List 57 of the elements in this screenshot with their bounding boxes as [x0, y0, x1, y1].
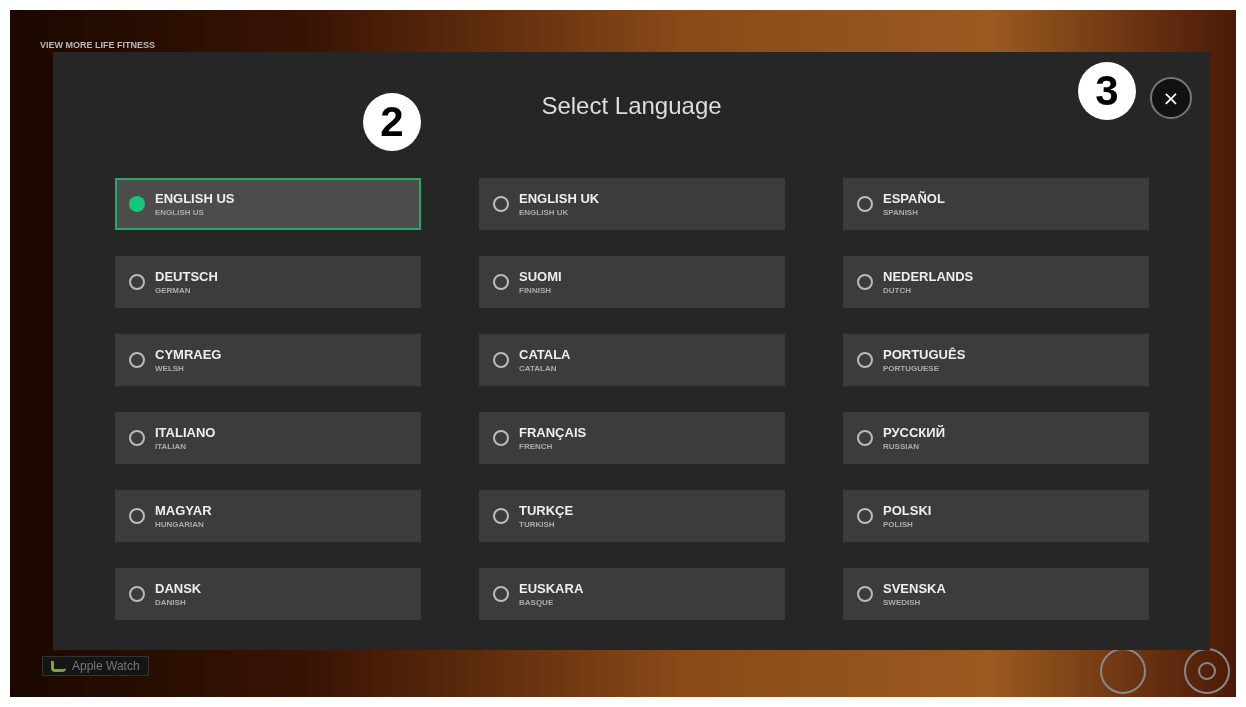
language-name: CATALA: [519, 347, 571, 362]
language-name: TURKÇE: [519, 503, 574, 518]
language-name: EUSKARA: [519, 581, 584, 596]
language-english-name: ENGLISH UK: [519, 208, 570, 217]
language-option[interactable]: TURKÇE TURKISH: [479, 490, 785, 542]
language-english-name: RUSSIAN: [883, 442, 920, 451]
language-english-name: DANISH: [155, 598, 187, 607]
language-english-name: POLISH: [883, 520, 914, 529]
language-option[interactable]: DANSK DANISH: [115, 568, 421, 620]
language-option[interactable]: FRANÇAIS FRENCH: [479, 412, 785, 464]
language-name: MAGYAR: [155, 503, 212, 518]
language-english-name: FRENCH: [519, 442, 554, 451]
language-option[interactable]: ESPAÑOL SPANISH: [843, 178, 1149, 230]
language-option[interactable]: ENGLISH US ENGLISH US: [115, 178, 421, 230]
language-name: SUOMI: [519, 269, 562, 284]
language-name: DANSK: [155, 581, 202, 596]
language-name: POLSKI: [883, 503, 932, 518]
language-english-name: CATALAN: [519, 364, 558, 373]
language-option[interactable]: NEDERLANDS DUTCH: [843, 256, 1149, 308]
language-english-name: TURKISH: [519, 520, 556, 529]
language-english-name: SWEDISH: [883, 598, 922, 607]
language-name: ESPAÑOL: [883, 191, 945, 206]
language-option[interactable]: ENGLISH UK ENGLISH UK: [479, 178, 785, 230]
language-english-name: PORTUGUESE: [883, 364, 940, 373]
language-option[interactable]: РУССКИЙ RUSSIAN: [843, 412, 1149, 464]
language-name: ENGLISH UK: [519, 191, 600, 206]
language-english-name: ENGLISH US: [155, 208, 205, 217]
language-english-name: ITALIAN: [155, 442, 187, 451]
language-english-name: WELSH: [155, 364, 185, 373]
language-english-name: BASQUE: [519, 598, 555, 607]
language-name: РУССКИЙ: [883, 425, 945, 440]
language-option[interactable]: ITALIANO ITALIAN: [115, 412, 421, 464]
language-option[interactable]: SUOMI FINNISH: [479, 256, 785, 308]
language-option[interactable]: SVENSKA SWEDISH: [843, 568, 1149, 620]
language-name: PORTUGUÊS: [883, 347, 966, 362]
language-name: CYMRAEG: [155, 347, 222, 362]
language-option[interactable]: PORTUGUÊS PORTUGUESE: [843, 334, 1149, 386]
language-option[interactable]: DEUTSCH GERMAN: [115, 256, 421, 308]
language-option[interactable]: EUSKARA BASQUE: [479, 568, 785, 620]
language-english-name: HUNGARIAN: [155, 520, 205, 529]
language-english-name: SPANISH: [883, 208, 919, 217]
dialog-title: Select Language: [541, 92, 722, 120]
language-name: NEDERLANDS: [883, 269, 974, 284]
language-english-name: FINNISH: [519, 286, 552, 295]
language-option[interactable]: CYMRAEG WELSH: [115, 334, 421, 386]
language-option[interactable]: MAGYAR HUNGARIAN: [115, 490, 421, 542]
language-option[interactable]: POLSKI POLISH: [843, 490, 1149, 542]
device-chip[interactable]: Apple Watch: [42, 656, 149, 676]
language-option[interactable]: CATALA CATALAN: [479, 334, 785, 386]
language-name: ENGLISH US: [155, 191, 235, 206]
language-name: ITALIANO: [155, 425, 216, 440]
promo-text: VIEW MORE LIFE FITNESS: [40, 40, 155, 50]
language-english-name: DUTCH: [883, 286, 912, 295]
language-name: SVENSKA: [883, 581, 946, 596]
language-name: FRANÇAIS: [519, 425, 587, 440]
language-english-name: GERMAN: [155, 286, 192, 295]
language-name: DEUTSCH: [155, 269, 218, 284]
